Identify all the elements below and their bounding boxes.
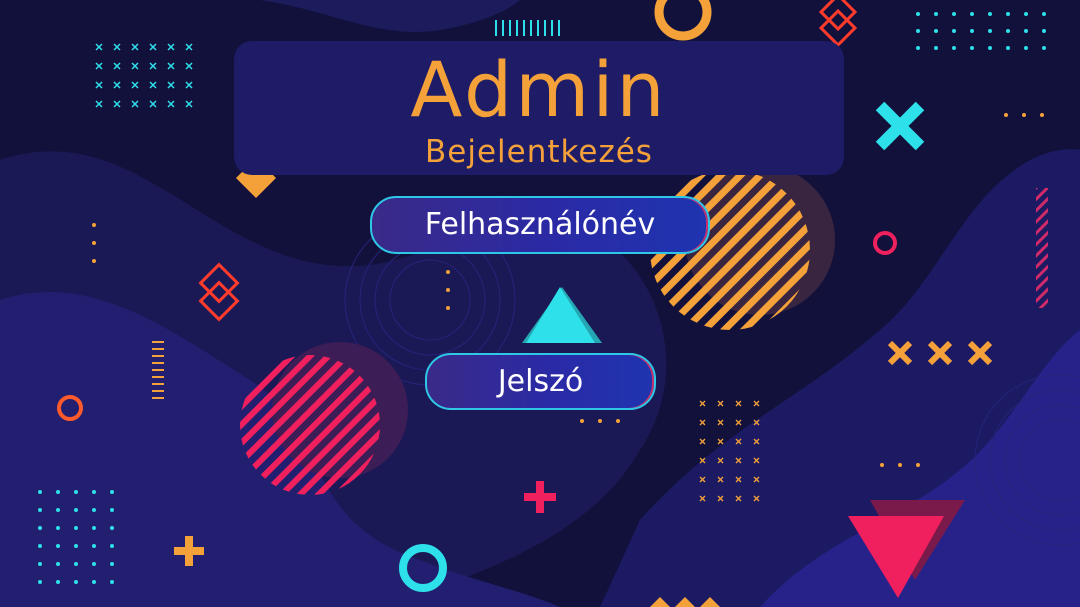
page-subtitle: Bejelentkezés <box>425 134 653 170</box>
page-title: Admin <box>410 45 668 134</box>
title-panel: Admin Bejelentkezés <box>234 41 844 175</box>
password-field[interactable]: Jelszó <box>425 353 656 410</box>
login-page: Admin Bejelentkezés Felhasználónév Jelsz… <box>0 0 1080 607</box>
username-field[interactable]: Felhasználónév <box>370 196 710 254</box>
